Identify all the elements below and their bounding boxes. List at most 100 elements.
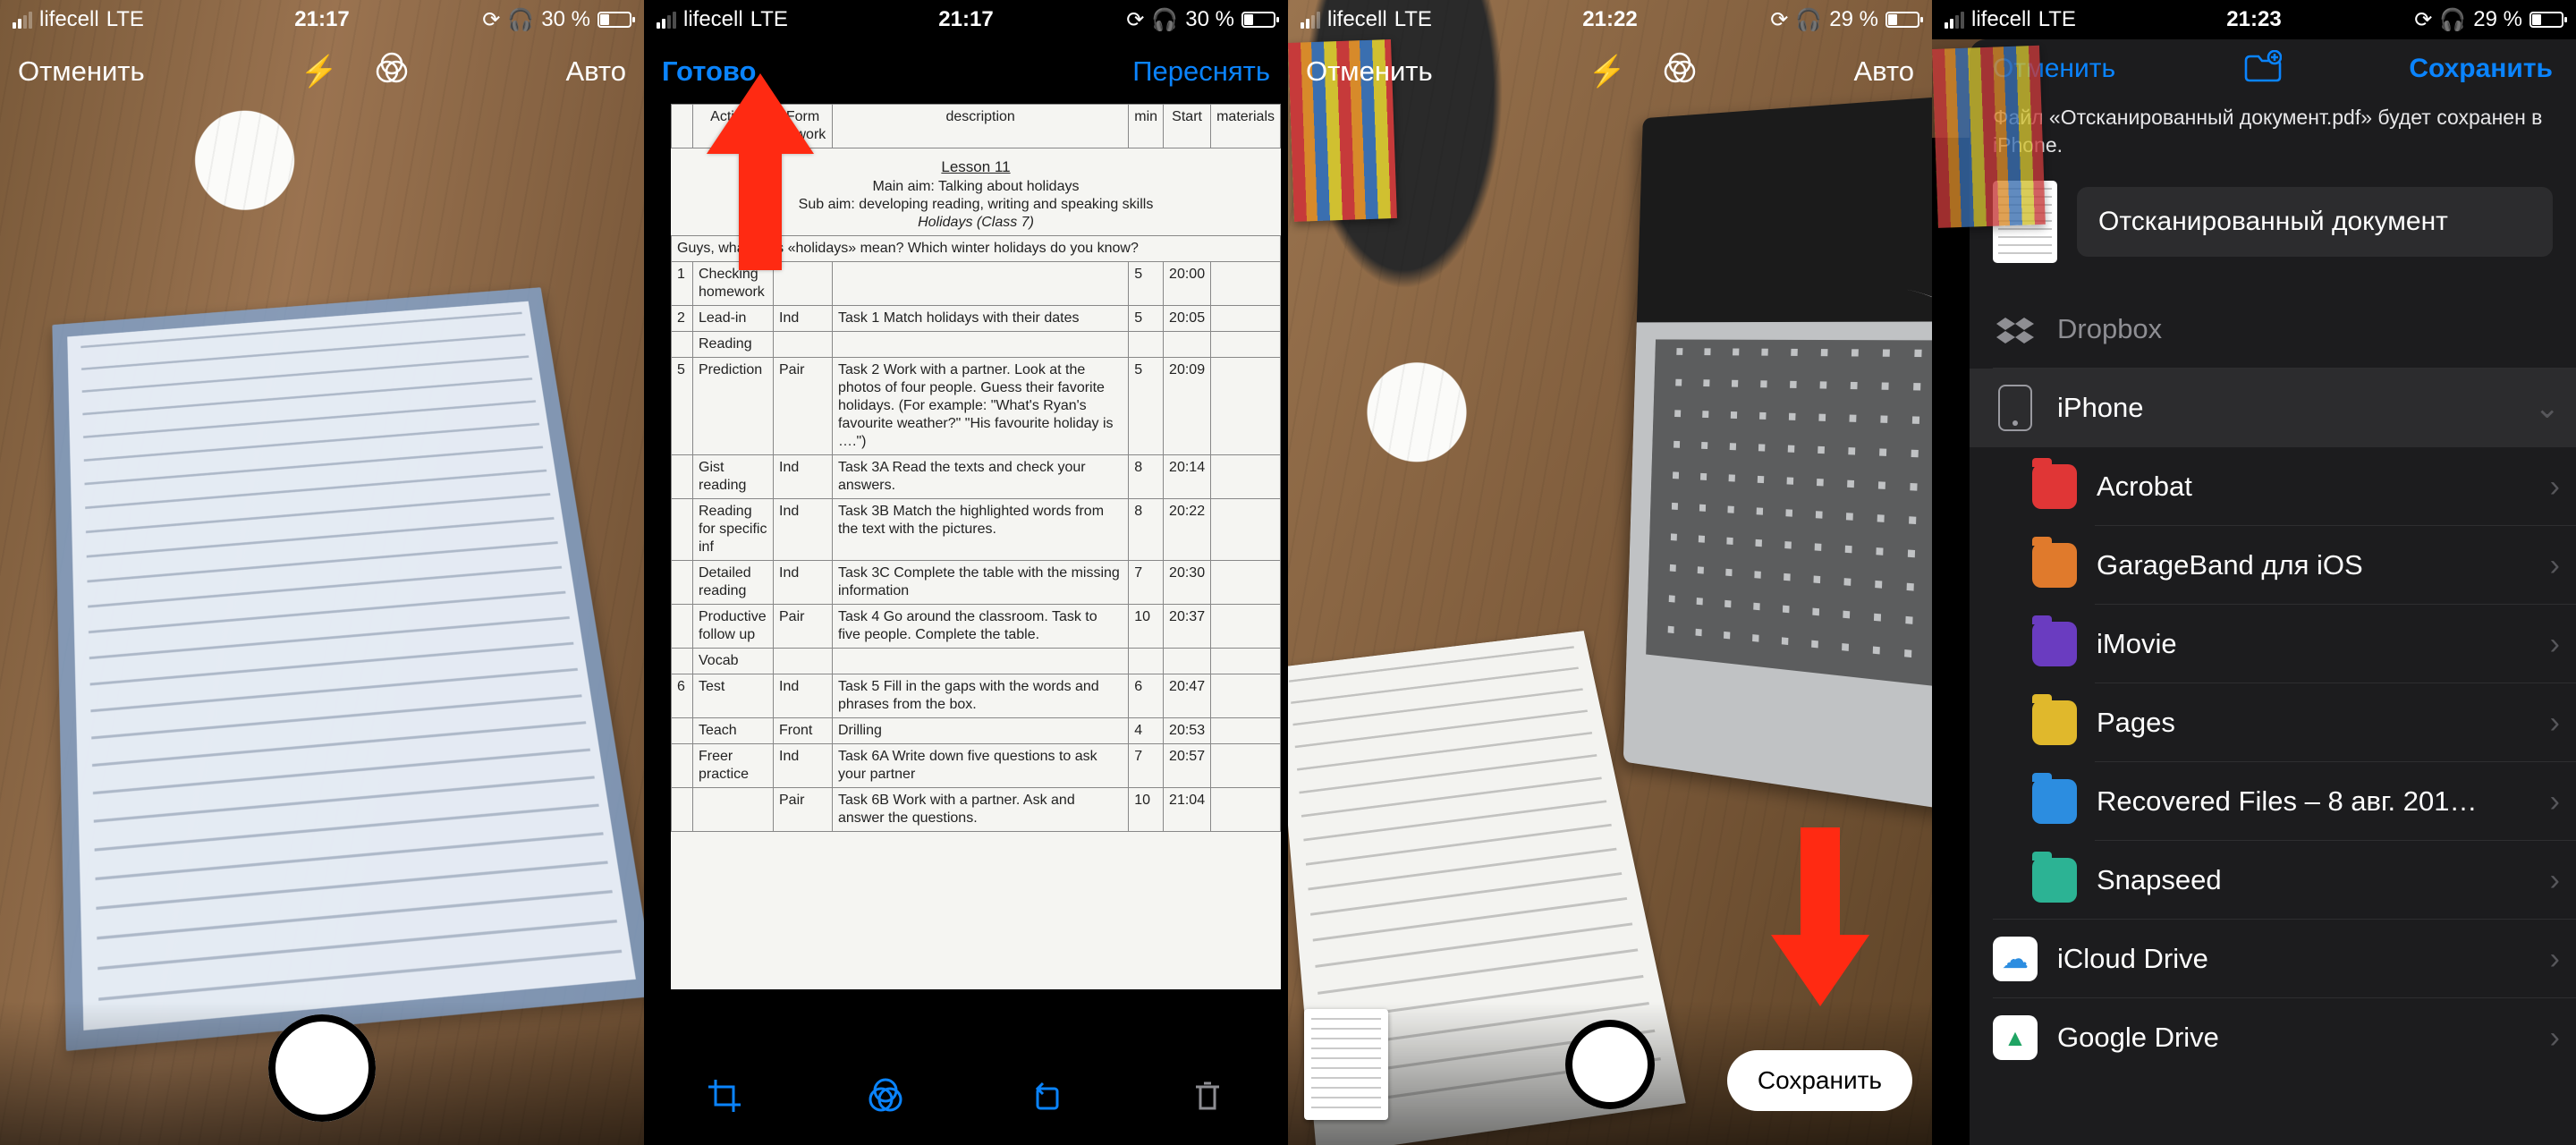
headphones-icon: 🎧 (507, 7, 534, 33)
network-label: LTE (106, 7, 144, 32)
folder-label: Recovered Files – 8 авг. 201… (2097, 785, 2530, 818)
flash-icon[interactable]: ⚡ (301, 54, 338, 89)
filename-field[interactable]: Отсканированный документ (2077, 187, 2553, 257)
battery-pct: 30 % (1185, 7, 1234, 32)
carrier-label: lifecell (1971, 7, 2031, 32)
filters-icon[interactable] (865, 1075, 906, 1116)
location-label: iCloud Drive (2057, 943, 2530, 975)
doc-row: Reading for specific infIndTask 3B Match… (672, 499, 1281, 561)
col-description: description (833, 105, 1129, 148)
chevron-right-icon: › (2550, 470, 2560, 505)
chevron-right-icon: › (2550, 785, 2560, 819)
col-min: min (1129, 105, 1164, 148)
status-bar: lifecell LTE 21:17 ⟳ 🎧 30 % (0, 0, 644, 39)
annotation-arrow-down (1771, 827, 1869, 1011)
location-iphone[interactable]: iPhone ⌄ (1970, 369, 2576, 447)
clock: 21:23 (2226, 7, 2281, 32)
location-icloud-drive[interactable]: iCloud Drive › (1970, 920, 2576, 998)
folder-label: Acrobat (2097, 471, 2530, 503)
screen-files-save-sheet: lifecell LTE 21:23 ⟳ 🎧 29 % Отменить Сох… (1932, 0, 2576, 1145)
save-sheet: Отменить Сохранить Файл «Отсканированный… (1970, 39, 2576, 1145)
signal-icon (1945, 12, 1964, 29)
rotate-icon[interactable] (1026, 1075, 1067, 1116)
retake-button[interactable]: Переснять (1132, 55, 1270, 88)
doc-row: Gist readingIndTask 3A Read the texts an… (672, 455, 1281, 499)
doc-row: Vocab (672, 649, 1281, 674)
new-folder-icon[interactable] (2242, 50, 2282, 89)
shutter-button[interactable] (268, 1014, 376, 1122)
iphone-icon (1993, 386, 2038, 430)
location-list: Dropbox iPhone ⌄ Acrobat › GarageBand дл… (1970, 290, 2576, 1077)
battery-icon (1885, 12, 1919, 28)
folder-icon (2032, 700, 2077, 745)
folder-icon (2032, 464, 2077, 509)
doc-row: TeachFrontDrilling420:53 (672, 718, 1281, 744)
folder-imovie[interactable]: iMovie › (1970, 605, 2576, 683)
save-button[interactable]: Сохранить (1727, 1050, 1912, 1111)
col-materials: materials (1211, 105, 1281, 148)
orientation-lock-icon: ⟳ (2414, 7, 2432, 33)
shutter-button[interactable] (1565, 1020, 1655, 1109)
network-label: LTE (1394, 7, 1432, 32)
scan-nav-bar: Отменить ⚡ Авто (0, 39, 644, 104)
battery-icon (1241, 12, 1275, 28)
chevron-down-icon: ⌄ (2535, 390, 2561, 426)
battery-icon (2529, 12, 2563, 28)
sheet-nav-bar: Отменить Сохранить (1970, 39, 2576, 98)
chevron-right-icon: › (2550, 863, 2560, 898)
location-label: Google Drive (2057, 1022, 2530, 1054)
status-bar: lifecell LTE 21:17 ⟳ 🎧 30 % (644, 0, 1288, 39)
orientation-lock-icon: ⟳ (482, 7, 500, 33)
location-label: Dropbox (2057, 313, 2560, 345)
network-label: LTE (2038, 7, 2076, 32)
headphones-icon: 🎧 (1795, 7, 1822, 33)
scan-thumbnail[interactable] (1304, 1009, 1388, 1120)
folder-acrobat[interactable]: Acrobat › (1970, 447, 2576, 526)
auto-mode-button[interactable]: Авто (1853, 55, 1914, 88)
battery-pct: 30 % (541, 7, 590, 32)
network-label: LTE (750, 7, 788, 32)
location-label: iPhone (2057, 392, 2515, 424)
cancel-button[interactable]: Отменить (18, 55, 145, 88)
icloud-icon (1993, 937, 2038, 981)
flash-icon[interactable]: ⚡ (1589, 54, 1626, 89)
doc-row: 2Lead-inIndTask 1 Match holidays with th… (672, 306, 1281, 332)
folder-label: iMovie (2097, 628, 2530, 660)
clock: 21:17 (294, 7, 349, 32)
folder-recovered-files[interactable]: Recovered Files – 8 авг. 201… › (1970, 762, 2576, 841)
folder-snapseed[interactable]: Snapseed › (1970, 841, 2576, 920)
doc-row: 6TestIndTask 5 Fill in the gaps with the… (672, 674, 1281, 718)
carrier-label: lifecell (683, 7, 743, 32)
dropbox-icon (1993, 307, 2038, 352)
folder-label: Snapseed (2097, 864, 2530, 896)
doc-row: Detailed readingIndTask 3C Complete the … (672, 561, 1281, 605)
doc-row: Reading (672, 332, 1281, 358)
save-button[interactable]: Сохранить (2409, 54, 2553, 84)
status-bar: lifecell LTE 21:22 ⟳ 🎧 29 % (1288, 0, 1932, 39)
folder-icon (2032, 779, 2077, 824)
battery-pct: 29 % (1829, 7, 1878, 32)
carrier-label: lifecell (1327, 7, 1387, 32)
signal-icon (1301, 12, 1320, 29)
doc-row: PairTask 6B Work with a partner. Ask and… (672, 788, 1281, 832)
folder-garageband[interactable]: GarageBand для iOS › (1970, 526, 2576, 605)
chevron-right-icon: › (2550, 706, 2560, 741)
trash-icon[interactable] (1187, 1075, 1228, 1116)
scan-nav-bar: Отменить ⚡ Авто (1288, 39, 1932, 104)
doc-row: 5PredictionPairTask 2 Work with a partne… (672, 358, 1281, 455)
clock: 21:22 (1582, 7, 1637, 32)
clock: 21:17 (938, 7, 993, 32)
filters-icon[interactable] (1662, 52, 1698, 92)
auto-mode-button[interactable]: Авто (565, 55, 626, 88)
folder-pages[interactable]: Pages › (1970, 683, 2576, 762)
screen-scan-camera: lifecell LTE 21:17 ⟳ 🎧 30 % Отменить ⚡ А… (0, 0, 644, 1145)
carrier-label: lifecell (39, 7, 99, 32)
headphones-icon: 🎧 (1151, 7, 1178, 33)
folder-icon (2032, 622, 2077, 666)
filters-icon[interactable] (374, 52, 410, 92)
location-google-drive[interactable]: Google Drive › (1970, 998, 2576, 1077)
col-start: Start (1164, 105, 1211, 148)
crop-icon[interactable] (704, 1075, 745, 1116)
location-dropbox[interactable]: Dropbox (1970, 290, 2576, 369)
cancel-button[interactable]: Отменить (1306, 55, 1433, 88)
